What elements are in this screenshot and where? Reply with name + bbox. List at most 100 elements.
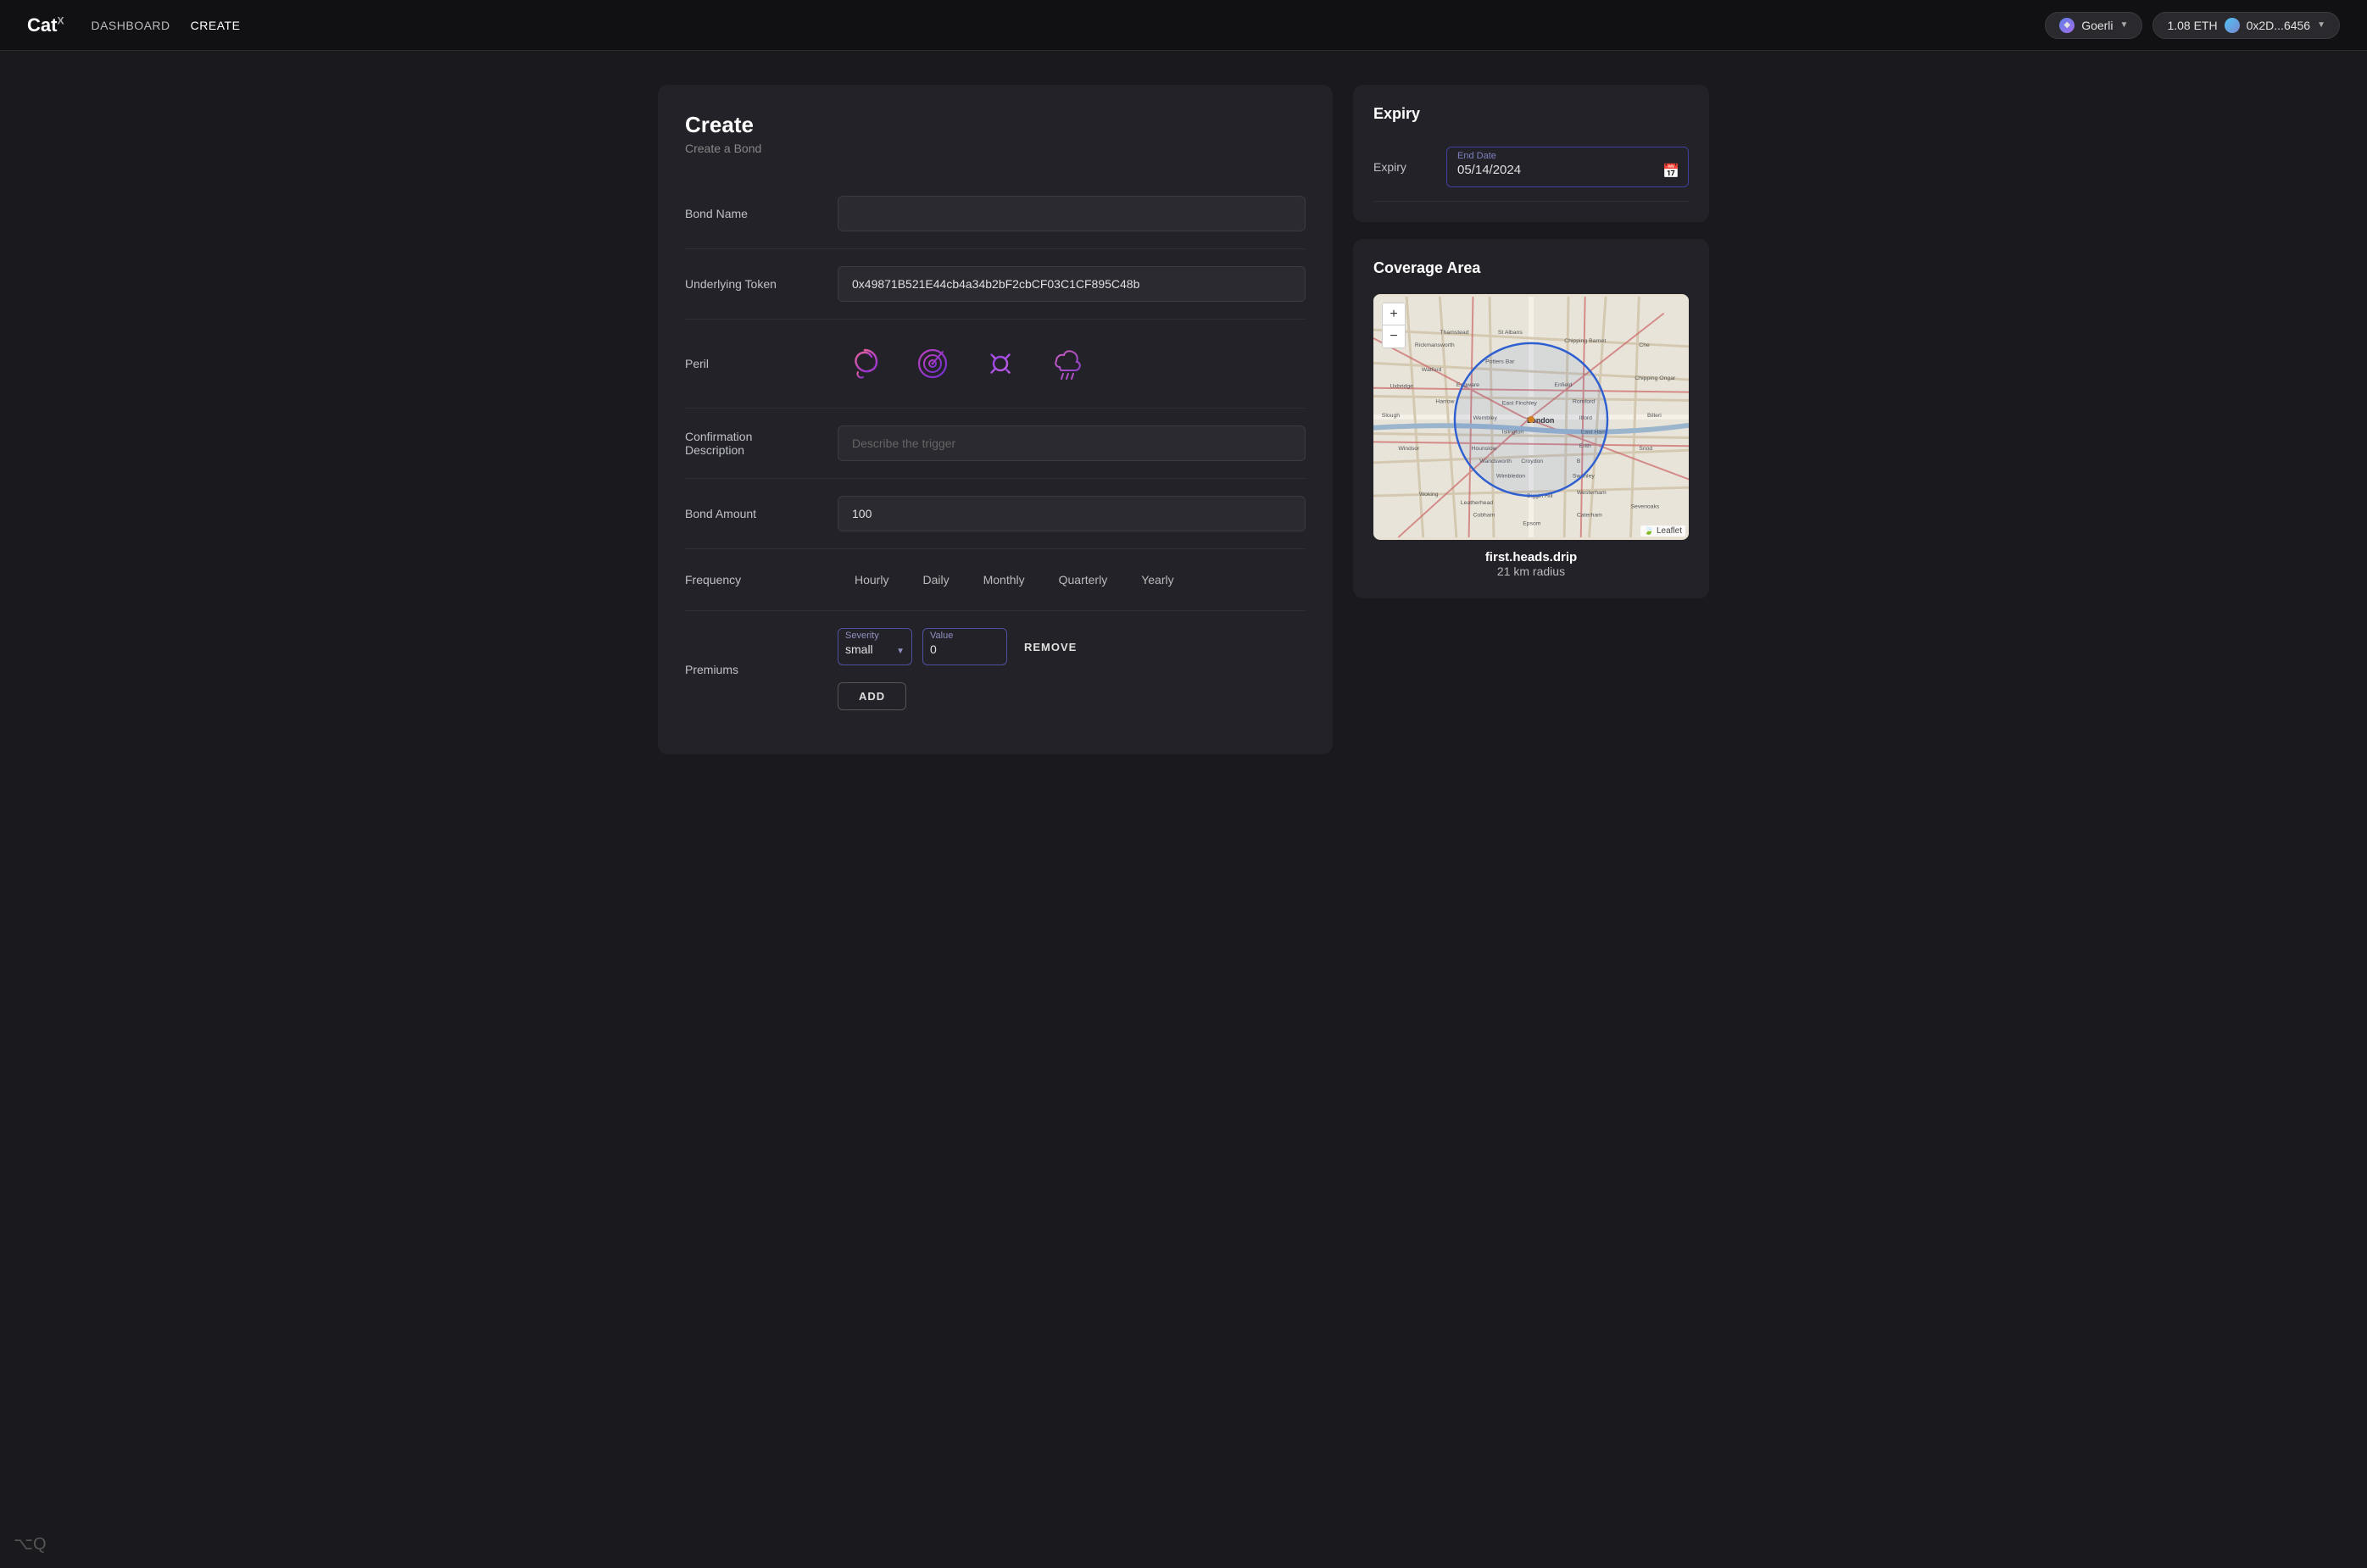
end-date-label: End Date xyxy=(1457,151,1678,161)
premiums-label: Premiums xyxy=(685,663,821,676)
severity-select[interactable]: small medium large xyxy=(845,642,905,656)
wallet-address: 0x2D...6456 xyxy=(2247,19,2311,32)
svg-text:Rickmansworth: Rickmansworth xyxy=(1415,342,1455,348)
logo-sup: X xyxy=(57,14,64,26)
svg-text:Epsom: Epsom xyxy=(1523,520,1541,526)
navbar: CatX DASHBOARD CREATE ◆ Goerli ▼ 1.08 ET… xyxy=(0,0,2367,51)
wallet-icon xyxy=(2225,18,2240,33)
add-button[interactable]: ADD xyxy=(838,682,906,710)
zoom-in-button[interactable]: + xyxy=(1383,303,1405,325)
peril-icons xyxy=(838,336,1095,391)
freq-daily[interactable]: Daily xyxy=(905,566,966,593)
left-panel: Create Create a Bond Bond Name Underlyin… xyxy=(658,85,1333,754)
underlying-token-row: Underlying Token xyxy=(685,249,1306,320)
heat-icon[interactable] xyxy=(973,336,1028,391)
svg-text:Caterham: Caterham xyxy=(1577,512,1602,518)
nav-create[interactable]: CREATE xyxy=(191,19,241,32)
bond-amount-row: Bond Amount xyxy=(685,479,1306,549)
value-input[interactable] xyxy=(930,642,998,656)
coverage-name: first.heads.drip xyxy=(1373,550,1689,564)
severity-label: Severity xyxy=(845,631,905,641)
nav-dashboard[interactable]: DASHBOARD xyxy=(91,19,170,32)
network-icon: ◆ xyxy=(2059,18,2075,33)
svg-text:Che: Che xyxy=(1639,342,1650,348)
coverage-radius: 21 km radius xyxy=(1373,564,1689,578)
premiums-content: Severity small medium large Value REMOVE… xyxy=(838,628,1306,710)
svg-text:Sevenoaks: Sevenoaks xyxy=(1630,504,1659,510)
panel-subtitle: Create a Bond xyxy=(685,142,1306,155)
date-input-wrap: End Date 📅 xyxy=(1446,147,1689,187)
calendar-icon[interactable]: 📅 xyxy=(1662,163,1679,180)
rain-icon[interactable] xyxy=(1041,336,1095,391)
logo-text: Cat xyxy=(27,14,57,36)
svg-text:Uxbridge: Uxbridge xyxy=(1390,384,1414,390)
value-input-wrap: Value xyxy=(922,628,1007,665)
map-zoom-controls: + − xyxy=(1382,303,1406,348)
confirmation-description-input[interactable] xyxy=(838,425,1306,461)
end-date-input[interactable] xyxy=(1457,163,1654,177)
svg-text:St Albans: St Albans xyxy=(1498,330,1523,336)
bond-name-row: Bond Name xyxy=(685,179,1306,249)
panel-title: Create xyxy=(685,112,1306,138)
svg-text:Billeri: Billeri xyxy=(1647,413,1662,419)
premiums-row: Premiums Severity small medium large Val… xyxy=(685,611,1306,727)
svg-text:Chipping Ongar: Chipping Ongar xyxy=(1635,375,1676,381)
right-panel: Expiry Expiry End Date 📅 Coverage Area xyxy=(1353,85,1709,754)
svg-text:Chipping Barnet: Chipping Barnet xyxy=(1564,338,1606,344)
bond-name-label: Bond Name xyxy=(685,207,821,220)
freq-hourly[interactable]: Hourly xyxy=(838,566,905,593)
network-button[interactable]: ◆ Goerli ▼ xyxy=(2045,12,2142,39)
radar-icon[interactable] xyxy=(905,336,960,391)
expiry-row: Expiry End Date 📅 xyxy=(1373,140,1689,202)
premium-row: Severity small medium large Value REMOVE xyxy=(838,628,1306,665)
freq-quarterly[interactable]: Quarterly xyxy=(1042,566,1125,593)
cyclone-icon[interactable] xyxy=(838,336,892,391)
freq-yearly[interactable]: Yearly xyxy=(1124,566,1190,593)
svg-text:Cobham: Cobham xyxy=(1473,512,1495,518)
svg-text:Harrow: Harrow xyxy=(1435,398,1454,404)
value-label: Value xyxy=(930,631,1000,641)
svg-text:Slough: Slough xyxy=(1382,413,1401,419)
wallet-chevron-icon: ▼ xyxy=(2317,20,2325,30)
svg-text:Thamstead: Thamstead xyxy=(1440,330,1468,336)
coverage-area-card: Coverage Area xyxy=(1353,239,1709,598)
navbar-right: ◆ Goerli ▼ 1.08 ETH 0x2D...6456 ▼ xyxy=(2045,12,2340,39)
map-container: London Rickmansworth Uxbridge Slough Win… xyxy=(1373,294,1689,540)
peril-label: Peril xyxy=(685,357,821,370)
svg-text:Watford: Watford xyxy=(1422,367,1442,373)
network-chevron-icon: ▼ xyxy=(2120,20,2129,30)
nav-links: DASHBOARD CREATE xyxy=(91,19,240,32)
peril-row: Peril xyxy=(685,320,1306,409)
frequency-row: Frequency Hourly Daily Monthly Quarterly… xyxy=(685,549,1306,611)
zoom-out-button[interactable]: − xyxy=(1383,325,1405,348)
bond-name-input[interactable] xyxy=(838,196,1306,231)
expiry-title: Expiry xyxy=(1373,105,1689,123)
svg-text:Windsor: Windsor xyxy=(1398,446,1420,452)
underlying-token-input[interactable] xyxy=(838,266,1306,302)
coverage-info: first.heads.drip 21 km radius xyxy=(1373,550,1689,578)
frequency-label: Frequency xyxy=(685,573,821,587)
svg-text:Westerham: Westerham xyxy=(1577,490,1607,496)
freq-monthly[interactable]: Monthly xyxy=(966,566,1042,593)
frequency-options: Hourly Daily Monthly Quarterly Yearly xyxy=(838,566,1306,593)
bottom-left-icon: ⌥Q xyxy=(14,1533,47,1554)
expiry-card: Expiry Expiry End Date 📅 xyxy=(1353,85,1709,222)
leaflet-credit: 🍃 Leaflet xyxy=(1640,525,1685,537)
bond-amount-label: Bond Amount xyxy=(685,507,821,520)
coverage-title: Coverage Area xyxy=(1373,259,1689,277)
main-content: Create Create a Bond Bond Name Underlyin… xyxy=(590,51,1777,788)
eth-amount: 1.08 ETH xyxy=(2167,19,2217,32)
svg-text:Leatherhead: Leatherhead xyxy=(1461,500,1494,506)
navbar-left: CatX DASHBOARD CREATE xyxy=(27,14,240,36)
confirmation-description-row: ConfirmationDescription xyxy=(685,409,1306,479)
map-svg: London Rickmansworth Uxbridge Slough Win… xyxy=(1373,294,1689,540)
wallet-button[interactable]: 1.08 ETH 0x2D...6456 ▼ xyxy=(2153,12,2340,39)
svg-text:Snod: Snod xyxy=(1639,446,1652,452)
bond-amount-input[interactable] xyxy=(838,496,1306,531)
confirmation-label: ConfirmationDescription xyxy=(685,430,821,457)
network-label: Goerli xyxy=(2081,19,2113,32)
expiry-label: Expiry xyxy=(1373,160,1433,174)
logo: CatX xyxy=(27,14,64,36)
remove-button[interactable]: REMOVE xyxy=(1017,637,1083,657)
severity-select-wrap: Severity small medium large xyxy=(838,628,912,665)
